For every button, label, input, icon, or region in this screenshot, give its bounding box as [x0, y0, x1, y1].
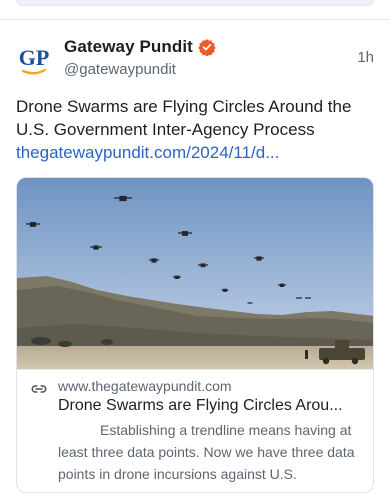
- link-preview-card[interactable]: www.thegatewaypundit.com Drone Swarms ar…: [16, 177, 374, 493]
- svg-text:GP: GP: [19, 45, 50, 70]
- post-divider: [0, 19, 390, 20]
- card-description: Establishing a trendline means having at…: [58, 422, 355, 482]
- card-title: Drone Swarms are Flying Circles Arou...: [58, 397, 343, 414]
- author-display-name[interactable]: Gateway Pundit: [64, 37, 193, 57]
- card-divider: [17, 369, 373, 370]
- link-preview-image: [17, 178, 373, 369]
- verified-badge-icon[interactable]: [198, 38, 216, 56]
- post-timestamp[interactable]: 1h: [357, 49, 374, 66]
- link-icon: [30, 380, 48, 398]
- author-name-row: Gateway Pundit: [64, 36, 216, 58]
- previous-post-edge: [16, 0, 374, 6]
- gateway-pundit-logo: GP: [19, 45, 50, 75]
- avatar[interactable]: GP: [14, 40, 54, 80]
- card-domain: www.thegatewaypundit.com: [58, 378, 232, 394]
- post-link[interactable]: thegatewaypundit.com/2024/11/d...: [16, 141, 316, 164]
- post-text: Drone Swarms are Flying Circles Around t…: [16, 97, 352, 139]
- post-body: Drone Swarms are Flying Circles Around t…: [16, 95, 376, 164]
- author-handle[interactable]: @gatewaypundit: [64, 61, 176, 78]
